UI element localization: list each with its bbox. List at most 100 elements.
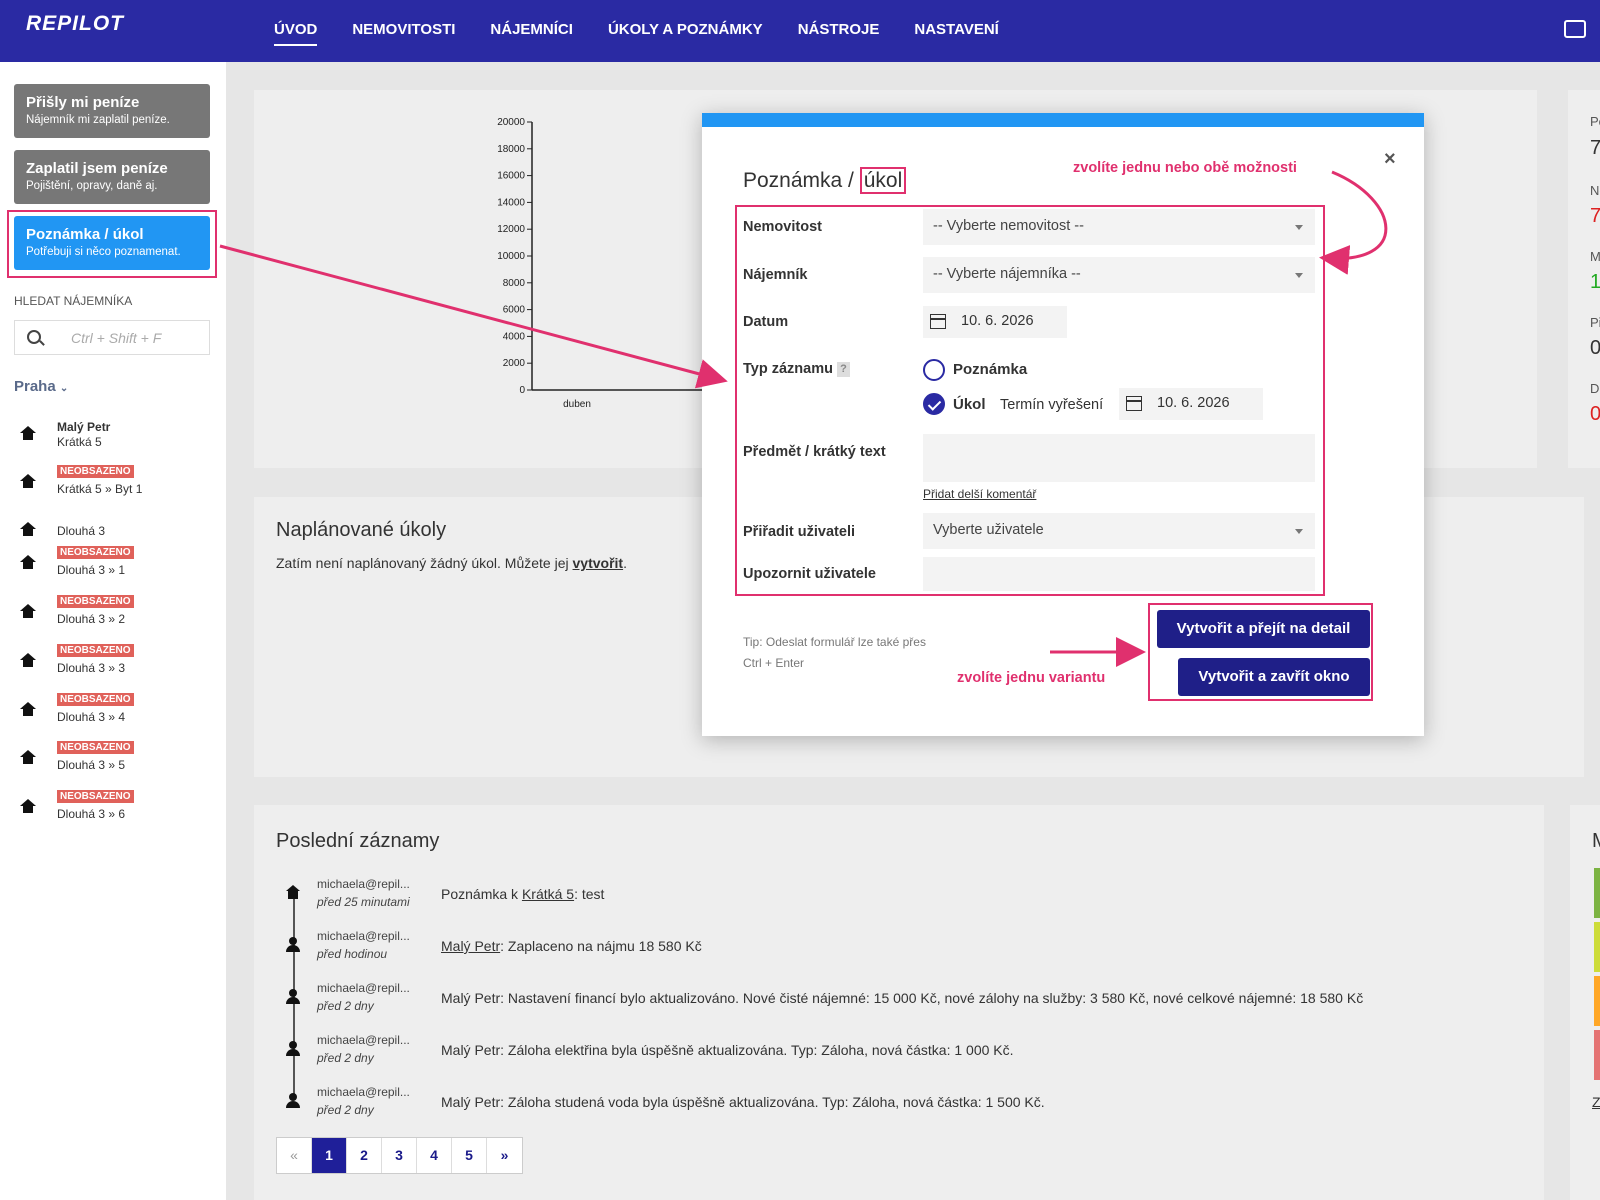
x-tick-label: duben xyxy=(563,399,591,410)
nav-item-nemovitosti[interactable]: NEMOVITOSTI xyxy=(352,0,455,62)
assign-select-value: Vyberte uživatele xyxy=(933,522,1044,538)
radio-note[interactable] xyxy=(923,359,945,381)
stat-label: Dl xyxy=(1590,381,1600,396)
modal-title-boxed: úkol xyxy=(859,167,907,194)
record-user: michaela@repil... xyxy=(317,981,410,995)
money-paid-button[interactable]: Zaplatil jsem peníze Pojištění, opravy, … xyxy=(14,150,210,204)
list-item[interactable]: NEOBSAZENO Dlouhá 3 » 1 xyxy=(0,541,226,585)
list-item[interactable]: NEOBSAZENO Krátká 5 » Byt 1 xyxy=(0,460,226,504)
income-chart: 0 2000 4000 6000 8000 10000 12000 14000 16000 180… xyxy=(497,117,712,410)
create-close-button[interactable]: Vytvořit a zavřít okno xyxy=(1178,658,1370,696)
y-tick-label: 20000 xyxy=(497,117,525,128)
tenant-select[interactable]: -- Vyberte nájemníka -- xyxy=(923,257,1315,293)
create-detail-button[interactable]: Vytvořit a přejít na detail xyxy=(1157,610,1370,648)
page-2[interactable]: 2 xyxy=(347,1138,382,1173)
house-icon xyxy=(286,885,300,899)
top-bar: REPILOT ÚVOD NEMOVITOSTI NÁJEMNÍCI ÚKOLY… xyxy=(0,0,1600,62)
modal-title-prefix: Poznámka / xyxy=(743,169,860,192)
house-icon xyxy=(20,750,36,764)
page-1[interactable]: 1 xyxy=(312,1138,347,1173)
side-panel-2-link[interactable]: Z xyxy=(1592,1094,1600,1110)
search-label: HLEDAT NÁJEMNÍKA xyxy=(14,294,133,308)
nav-item-nastaveni[interactable]: NASTAVENÍ xyxy=(914,0,998,62)
annotation-choose-options: zvolíte jednu nebo obě možnosti xyxy=(1073,160,1297,176)
record-time: před 25 minutami xyxy=(317,895,410,909)
close-icon[interactable]: × xyxy=(1384,148,1396,171)
page-next[interactable]: » xyxy=(487,1138,522,1173)
notify-select[interactable] xyxy=(923,557,1315,591)
property-name: Dlouhá 3 » 3 xyxy=(57,661,126,675)
side-panel-2-title: M xyxy=(1592,830,1600,853)
list-item[interactable]: Malý Petr Krátká 5 xyxy=(0,412,226,456)
list-item[interactable]: NEOBSAZENO Dlouhá 3 » 2 xyxy=(0,590,226,634)
page-3[interactable]: 3 xyxy=(382,1138,417,1173)
property-name: Dlouhá 3 xyxy=(57,524,106,538)
house-icon xyxy=(20,522,36,536)
record-link[interactable]: Malý Petr xyxy=(441,938,500,954)
nav-item-ukoly[interactable]: ÚKOLY A POZNÁMKY xyxy=(608,0,763,62)
wallet-icon[interactable] xyxy=(1564,20,1586,38)
create-task-link[interactable]: vytvořit xyxy=(573,555,624,571)
property-sub: Krátká 5 xyxy=(57,435,102,449)
y-tick-label: 8000 xyxy=(503,278,526,289)
help-icon[interactable]: ? xyxy=(836,362,850,377)
main-nav: ÚVOD NEMOVITOSTI NÁJEMNÍCI ÚKOLY A POZNÁ… xyxy=(274,0,999,62)
tasks-empty-text: Zatím není naplánovaný žádný úkol. Můžet… xyxy=(276,555,627,571)
tenant-label: Nájemník xyxy=(743,267,808,283)
page-prev[interactable]: « xyxy=(277,1138,312,1173)
stat-value: 1 xyxy=(1590,271,1600,293)
list-item[interactable]: NEOBSAZENO Dlouhá 3 » 5 xyxy=(0,736,226,780)
property-name: Dlouhá 3 » 1 xyxy=(57,563,126,577)
record-time: před 2 dny xyxy=(317,999,374,1013)
nav-item-najemnici[interactable]: NÁJEMNÍCI xyxy=(490,0,573,62)
house-icon xyxy=(20,604,36,618)
nav-item-uvod[interactable]: ÚVOD xyxy=(274,0,318,62)
stat-value: 7 xyxy=(1590,205,1600,227)
date-label: Datum xyxy=(743,314,789,330)
records-title: Poslední záznamy xyxy=(276,830,440,852)
app-logo[interactable]: REPILOT xyxy=(26,12,124,36)
add-comment-link[interactable]: Přidat delší komentář xyxy=(923,487,1036,501)
list-item[interactable]: NEOBSAZENO Dlouhá 3 » 4 xyxy=(0,688,226,732)
date-field[interactable]: 10. 6. 2026 xyxy=(923,306,1067,338)
record-user: michaela@repil... xyxy=(317,877,410,891)
property-name: Malý Petr xyxy=(57,420,111,434)
tasks-title: Naplánované úkoly xyxy=(276,519,447,541)
radio-note-label[interactable]: Poznámka xyxy=(953,361,1027,378)
subject-textarea[interactable] xyxy=(923,434,1315,482)
page-5[interactable]: 5 xyxy=(452,1138,487,1173)
stat-label: M xyxy=(1590,249,1600,264)
radio-task[interactable] xyxy=(923,393,945,415)
y-tick-label: 6000 xyxy=(503,305,526,316)
property-name: Dlouhá 3 » 5 xyxy=(57,758,126,772)
money-received-subtitle: Nájemník mi zaplatil peníze. xyxy=(26,114,170,126)
search-placeholder: Ctrl + Shift + F xyxy=(71,330,162,346)
stat-value: 0 xyxy=(1590,403,1600,425)
y-tick-label: 2000 xyxy=(503,358,526,369)
record-time: před 2 dny xyxy=(317,1051,374,1065)
form-tip: Tip: Odeslat formulář lze také přes Ctrl… xyxy=(743,635,926,670)
notify-label: Upozornit uživatele xyxy=(743,566,876,582)
record-link[interactable]: Krátká 5 xyxy=(522,886,574,902)
city-filter[interactable]: Praha ⌄ xyxy=(14,378,68,395)
list-item[interactable]: NEOBSAZENO Dlouhá 3 » 6 xyxy=(0,785,226,829)
note-task-modal: Poznámka / úkol × Nemovitost -- Vyberte … xyxy=(702,113,1424,736)
deadline-value: 10. 6. 2026 xyxy=(1157,395,1230,411)
property-name: Dlouhá 3 » 6 xyxy=(57,807,126,821)
nav-item-nastroje[interactable]: NÁSTROJE xyxy=(798,0,880,62)
house-icon xyxy=(20,653,36,667)
pagination: « 1 2 3 4 5 » xyxy=(276,1137,523,1174)
page-4[interactable]: 4 xyxy=(417,1138,452,1173)
stat-label: Ne xyxy=(1590,183,1600,198)
tasks-text: Zatím není naplánovaný žádný úkol. Můžet… xyxy=(276,555,573,571)
money-received-button[interactable]: Přišly mi peníze Nájemník mi zaplatil pe… xyxy=(14,84,210,138)
radio-task-label[interactable]: Úkol xyxy=(953,396,986,413)
list-item[interactable]: NEOBSAZENO Dlouhá 3 » 3 xyxy=(0,639,226,683)
calendar-icon xyxy=(1126,396,1142,411)
property-select[interactable]: -- Vyberte nemovitost -- xyxy=(923,209,1315,245)
modal-header-bar xyxy=(702,113,1424,127)
assign-select[interactable]: Vyberte uživatele xyxy=(923,513,1315,549)
search-input[interactable]: Ctrl + Shift + F xyxy=(14,320,210,355)
deadline-field[interactable]: 10. 6. 2026 xyxy=(1119,388,1263,420)
person-icon xyxy=(286,1093,300,1108)
